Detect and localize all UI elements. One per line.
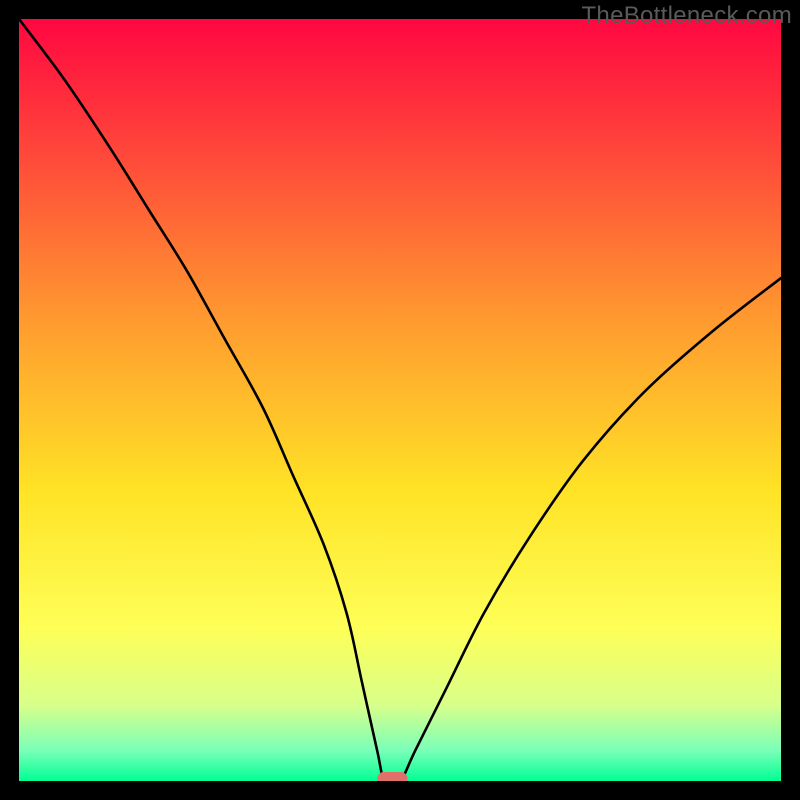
chart-frame: TheBottleneck.com xyxy=(0,0,800,800)
watermark-text: TheBottleneck.com xyxy=(581,2,792,30)
optimum-marker xyxy=(377,772,407,781)
gradient-background xyxy=(19,19,781,781)
plot-area xyxy=(19,19,781,781)
chart-svg xyxy=(19,19,781,781)
